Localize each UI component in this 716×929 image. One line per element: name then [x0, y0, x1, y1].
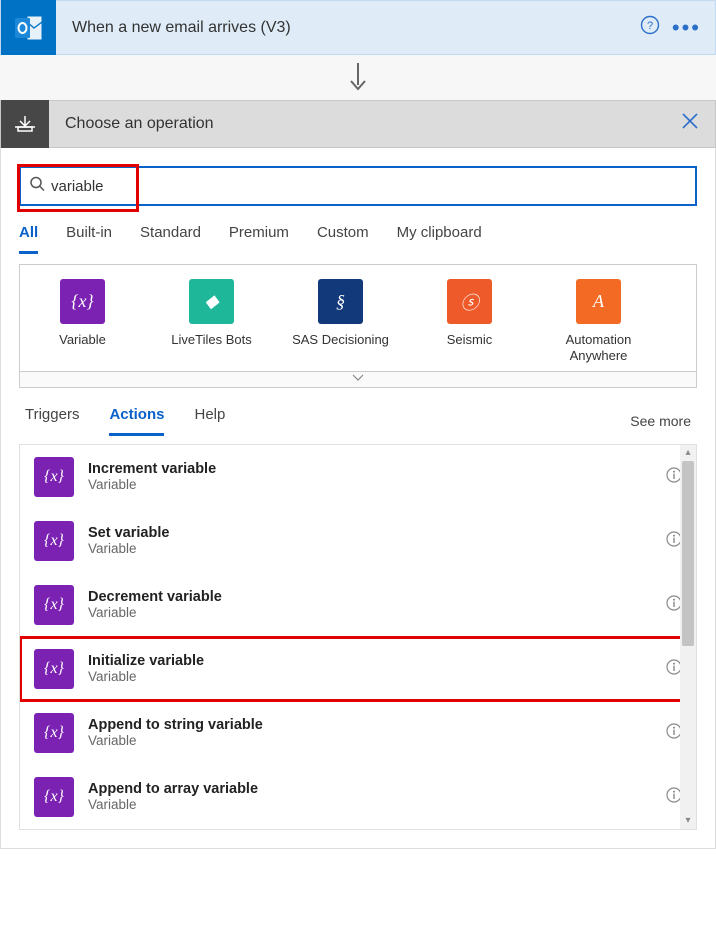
connector-label: SAS Decisioning: [292, 332, 389, 348]
action-title: Append to array variable: [88, 781, 258, 797]
outlook-icon: [1, 0, 56, 55]
connector-automation-anywhere[interactable]: A Automation Anywhere: [546, 279, 651, 365]
choose-operation-icon: [1, 100, 49, 148]
subtab-actions[interactable]: Actions: [109, 406, 164, 436]
search-input[interactable]: [21, 168, 695, 204]
connector-livetiles-bots[interactable]: ◆ LiveTiles Bots: [159, 279, 264, 365]
connectors-row: {x} Variable ◆ LiveTiles Bots § SAS Decisioni…: [30, 279, 686, 365]
choose-operation-title: Choose an operation: [49, 115, 681, 133]
action-title: Increment variable: [88, 461, 216, 477]
see-more-link[interactable]: See more: [630, 413, 691, 429]
connector-tile-icon: A: [576, 279, 621, 324]
connector-label: Automation Anywhere: [546, 332, 651, 365]
action-subtitle: Variable: [88, 541, 169, 556]
connector-label: Seismic: [447, 332, 493, 348]
action-title: Initialize variable: [88, 653, 204, 669]
action-text: Append to array variableVariable: [88, 781, 258, 812]
action-append-to-string-variable[interactable]: {x} Append to string variableVariable: [20, 701, 696, 765]
action-set-variable[interactable]: {x} Set variableVariable: [20, 509, 696, 573]
action-text: Set variableVariable: [88, 525, 169, 556]
action-subtitle: Variable: [88, 797, 258, 812]
variable-icon: {x}: [34, 521, 74, 561]
more-icon[interactable]: •••: [672, 15, 701, 41]
search-icon: [29, 176, 45, 197]
action-text: Increment variableVariable: [88, 461, 216, 492]
variable-icon: {x}: [34, 649, 74, 689]
variable-icon: {x}: [34, 713, 74, 753]
filter-tab-built-in[interactable]: Built-in: [66, 224, 112, 254]
trigger-title: When a new email arrives (V3): [56, 19, 640, 37]
action-increment-variable[interactable]: {x} Increment variableVariable: [20, 445, 696, 509]
search-wrapper: [19, 166, 697, 206]
connector-variable[interactable]: {x} Variable: [30, 279, 135, 365]
filter-tab-my-clipboard[interactable]: My clipboard: [397, 224, 482, 254]
filter-tab-custom[interactable]: Custom: [317, 224, 369, 254]
action-subtitle: Variable: [88, 477, 216, 492]
action-text: Decrement variableVariable: [88, 589, 222, 620]
connector-tile-icon: ◆: [189, 279, 234, 324]
filter-tab-standard[interactable]: Standard: [140, 224, 201, 254]
connector-seismic[interactable]: ⓢ Seismic: [417, 279, 522, 365]
action-title: Append to string variable: [88, 717, 263, 733]
action-title: Decrement variable: [88, 589, 222, 605]
filter-tab-all[interactable]: All: [19, 224, 38, 254]
connector-label: LiveTiles Bots: [171, 332, 251, 348]
connector-tile-icon: ⓢ: [447, 279, 492, 324]
connector-sas-decisioning[interactable]: § SAS Decisioning: [288, 279, 393, 365]
action-text: Append to string variableVariable: [88, 717, 263, 748]
subtab-triggers[interactable]: Triggers: [25, 406, 79, 436]
filter-tab-premium[interactable]: Premium: [229, 224, 289, 254]
scroll-up-icon[interactable]: ▴: [680, 445, 696, 461]
subtab-help[interactable]: Help: [194, 406, 225, 436]
svg-text:?: ?: [647, 20, 653, 32]
actions-list: {x}Increment variableVariable{x}Set vari…: [20, 445, 696, 829]
operation-picker: All Built-in Standard Premium Custom My clipb…: [0, 148, 716, 849]
collapse-strip[interactable]: [19, 372, 697, 388]
flow-arrow: [0, 55, 716, 100]
action-subtitle: Variable: [88, 733, 263, 748]
actions-panel: {x}Increment variableVariable{x}Set vari…: [19, 444, 697, 830]
help-icon[interactable]: ?: [640, 15, 660, 40]
connector-tile-icon: {x}: [60, 279, 105, 324]
action-title: Set variable: [88, 525, 169, 541]
connector-tile-icon: §: [318, 279, 363, 324]
action-text: Initialize variableVariable: [88, 653, 204, 684]
close-icon[interactable]: [681, 112, 699, 136]
action-subtitle: Variable: [88, 605, 222, 620]
action-append-to-array-variable[interactable]: {x} Append to array variableVariable: [20, 765, 696, 829]
scrollbar[interactable]: ▴ ▾: [680, 445, 696, 829]
filter-tabs: All Built-in Standard Premium Custom My clipb…: [19, 224, 697, 254]
action-subtitle: Variable: [88, 669, 204, 684]
scroll-down-icon[interactable]: ▾: [680, 813, 696, 829]
variable-icon: {x}: [34, 777, 74, 817]
choose-operation-header: Choose an operation: [0, 100, 716, 148]
trigger-card[interactable]: When a new email arrives (V3) ? •••: [0, 0, 716, 55]
action-decrement-variable[interactable]: {x} Decrement variableVariable: [20, 573, 696, 637]
chevron-down-icon: [352, 373, 364, 385]
connectors-panel: {x} Variable ◆ LiveTiles Bots § SAS Decisioni…: [19, 264, 697, 372]
variable-icon: {x}: [34, 585, 74, 625]
variable-icon: {x}: [34, 457, 74, 497]
action-initialize-variable[interactable]: {x} Initialize variableVariable: [20, 637, 696, 701]
connector-label: Variable: [59, 332, 106, 348]
subtabs: Triggers Actions Help: [25, 406, 225, 436]
subtabs-row: Triggers Actions Help See more: [25, 406, 691, 436]
scroll-thumb[interactable]: [682, 461, 694, 646]
